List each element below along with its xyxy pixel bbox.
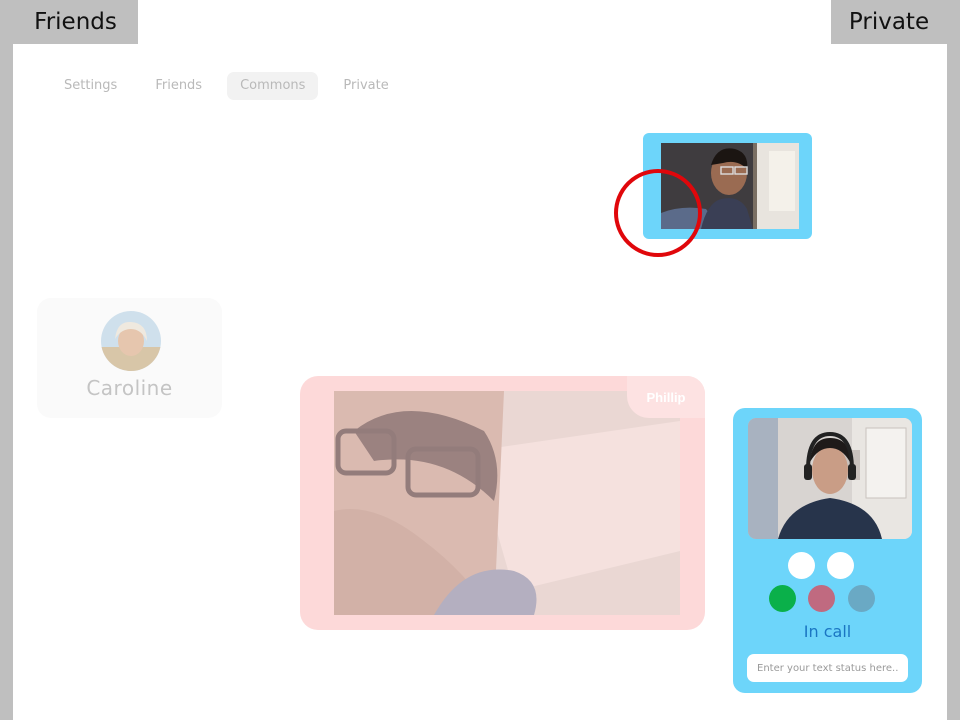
private-corner-label: Private xyxy=(848,9,930,35)
nav-item-commons[interactable]: Commons xyxy=(227,72,319,100)
user-video-feed xyxy=(748,418,912,539)
highlight-circle xyxy=(614,169,702,257)
call-status-text: In call xyxy=(803,622,852,641)
private-corner-tab[interactable]: Private xyxy=(831,0,947,44)
user-status-card: In call xyxy=(733,408,922,693)
blue-status-button[interactable] xyxy=(848,585,875,612)
nav-item-private[interactable]: Private xyxy=(330,72,401,100)
status-text-input[interactable] xyxy=(747,654,908,682)
call-video-tile[interactable]: Phillip xyxy=(300,376,705,630)
nav-item-friends[interactable]: Friends xyxy=(142,72,215,100)
call-video-feed xyxy=(334,391,680,615)
mic-toggle-button[interactable] xyxy=(788,552,815,579)
contact-card-caroline[interactable]: Caroline xyxy=(37,298,222,418)
contact-name: Caroline xyxy=(86,376,173,400)
top-nav: Settings Friends Commons Private xyxy=(51,72,414,100)
participant-name-label: Phillip xyxy=(627,376,705,418)
nav-item-settings[interactable]: Settings xyxy=(51,72,130,100)
friends-corner-label: Friends xyxy=(34,9,117,35)
avatar xyxy=(101,311,161,371)
friends-corner-tab[interactable]: Friends xyxy=(13,0,138,44)
workspace-canvas: Friends Private Settings Friends Commons… xyxy=(13,0,947,720)
rose-status-button[interactable] xyxy=(808,585,835,612)
camera-toggle-button[interactable] xyxy=(827,552,854,579)
green-status-button[interactable] xyxy=(769,585,796,612)
